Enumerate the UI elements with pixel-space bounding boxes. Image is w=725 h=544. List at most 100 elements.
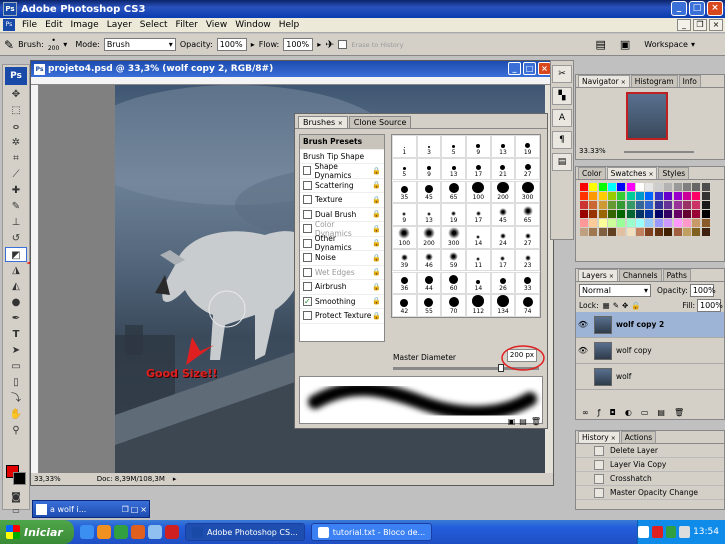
eye-icon[interactable]: 👁 <box>576 346 590 355</box>
color-swatch[interactable] <box>664 192 673 200</box>
brush-option-protect-texture[interactable]: Protect Texture 🔒 <box>300 309 384 324</box>
tab-actions[interactable]: Actions <box>620 431 657 443</box>
clock[interactable]: 13:54 <box>693 527 719 537</box>
color-swatch[interactable] <box>673 228 682 236</box>
color-swatch[interactable] <box>580 219 588 227</box>
color-swatch[interactable] <box>645 210 654 218</box>
brush-option-checkbox[interactable] <box>303 166 312 176</box>
history-item[interactable]: Crosshatch <box>576 472 724 486</box>
color-swatch[interactable] <box>664 183 673 191</box>
paragraph-icon[interactable]: ¶ <box>552 131 572 149</box>
tab-color[interactable]: Color <box>578 167 606 179</box>
ie-icon[interactable] <box>80 525 94 539</box>
layer-row[interactable]: 👁 wolf copy 2 <box>576 312 724 338</box>
tab-paths[interactable]: Paths <box>662 269 691 281</box>
mode-select[interactable]: Brush <box>103 38 176 51</box>
color-swatch[interactable] <box>701 228 710 236</box>
close-icon[interactable]: × <box>338 120 343 127</box>
brush-preset[interactable]: 27 <box>515 157 540 181</box>
notes-tool-icon[interactable]: ▯ <box>5 375 27 390</box>
color-swatch[interactable] <box>701 210 710 218</box>
brush-preset[interactable]: 21 <box>490 157 516 181</box>
brush-preset[interactable]: 14 <box>465 226 491 249</box>
color-swatch[interactable] <box>617 228 626 236</box>
lock-position-icon[interactable]: ✥ <box>622 301 628 310</box>
taskbar-photoshop[interactable]: Adobe Photoshop CS... <box>185 523 305 541</box>
brush-option-checkbox[interactable] <box>303 267 312 277</box>
color-swatch[interactable] <box>682 201 691 209</box>
tab-styles[interactable]: Styles <box>658 167 690 179</box>
color-swatch[interactable] <box>636 210 645 218</box>
brush-preset[interactable]: 9 <box>465 135 491 158</box>
brush-preset[interactable]: 33 <box>515 271 540 294</box>
brush-preset[interactable]: 39 <box>392 248 417 272</box>
brush-option-other-dynamics[interactable]: Other Dynamics 🔒 <box>300 234 384 252</box>
brush-option-airbrush[interactable]: Airbrush 🔒 <box>300 280 384 295</box>
brush-preset[interactable]: 46 <box>416 248 442 272</box>
brush-preset[interactable]: 45 <box>490 203 516 226</box>
doc-restore-button[interactable]: ❐ <box>693 19 707 31</box>
color-swatch[interactable] <box>654 183 663 191</box>
menu-layer[interactable]: Layer <box>103 20 136 30</box>
media-player-icon[interactable] <box>97 525 111 539</box>
lock-all-icon[interactable]: 🔒 <box>631 301 640 310</box>
lock-icon[interactable]: 🔒 <box>372 196 381 204</box>
tab-layers[interactable]: Layers × <box>578 269 618 281</box>
brush-preset[interactable]: 60 <box>441 271 466 294</box>
layer-row[interactable]: 👁 wolf copy <box>576 338 724 364</box>
lock-icon[interactable]: 🔒 <box>372 283 381 291</box>
color-swatch[interactable] <box>692 192 701 200</box>
background-color-swatch[interactable] <box>13 472 26 485</box>
color-swatch[interactable] <box>654 219 663 227</box>
color-swatch[interactable] <box>664 210 673 218</box>
lock-icon[interactable]: 🔒 <box>372 167 381 175</box>
magic-wand-tool-icon[interactable]: ✲ <box>5 135 27 150</box>
lock-pixels-icon[interactable]: ✎ <box>613 301 619 310</box>
color-swatch[interactable] <box>580 201 588 209</box>
messenger-icon[interactable] <box>114 525 128 539</box>
layer-mask-icon[interactable]: ◘ <box>610 408 616 417</box>
color-swatch[interactable] <box>608 210 617 218</box>
color-swatch[interactable] <box>626 192 635 200</box>
brush-preset[interactable]: 14 <box>465 271 491 294</box>
brush-option-wet-edges[interactable]: Wet Edges 🔒 <box>300 266 384 280</box>
tab-swatches[interactable]: Swatches × <box>606 167 658 179</box>
brush-preset[interactable]: 100 <box>392 226 417 249</box>
lock-transparency-icon[interactable]: ▦ <box>603 301 610 310</box>
blend-mode-select[interactable]: Normal <box>579 283 651 297</box>
lock-icon[interactable]: 🔒 <box>372 210 381 218</box>
color-swatch[interactable] <box>645 183 654 191</box>
brush-presets-header[interactable]: Brush Presets <box>300 135 384 150</box>
crop-tool-icon[interactable]: ⌗ <box>5 151 27 166</box>
history-brush-tool-icon[interactable]: ↺ <box>5 231 27 246</box>
color-swatch[interactable] <box>598 210 607 218</box>
eraser-tool-icon[interactable]: ✎ <box>4 38 14 52</box>
eye-icon[interactable]: 👁 <box>576 320 590 329</box>
maximize-button[interactable]: □ <box>689 1 705 16</box>
brush-option-smoothing[interactable]: Smoothing 🔒 <box>300 295 384 309</box>
brush-preset[interactable]: 1 <box>392 135 417 158</box>
brush-preset[interactable]: 45 <box>416 180 442 203</box>
brush-option-checkbox[interactable] <box>303 180 312 190</box>
color-swatch[interactable] <box>626 228 635 236</box>
eraser-tool-icon[interactable]: ◩ <box>5 247 27 262</box>
color-swatch[interactable] <box>673 192 682 200</box>
brush-preset[interactable]: 23 <box>515 248 540 272</box>
color-swatch[interactable] <box>617 219 626 227</box>
maximize-button[interactable]: □ <box>523 62 536 75</box>
type-tool-icon[interactable]: T <box>5 327 27 342</box>
tray-volume-icon[interactable] <box>679 526 691 538</box>
brush-preset[interactable]: 17 <box>490 248 516 272</box>
brush-preset[interactable]: 74 <box>515 294 540 317</box>
dodge-tool-icon[interactable]: ● <box>5 295 27 310</box>
color-swatch[interactable] <box>589 219 598 227</box>
healing-brush-tool-icon[interactable]: ✚ <box>5 183 27 198</box>
zoom-readout[interactable]: 33,33% <box>34 475 61 483</box>
close-icon[interactable]: × <box>648 171 653 178</box>
brush-preset[interactable]: 36 <box>392 271 417 294</box>
photoshop-icon[interactable]: Ps <box>3 19 15 31</box>
lock-icon[interactable]: 🔒 <box>372 181 381 189</box>
tools-icon[interactable]: ✂ <box>552 65 572 83</box>
history-item[interactable]: Delete Layer <box>576 444 724 458</box>
color-swatch[interactable] <box>682 210 691 218</box>
